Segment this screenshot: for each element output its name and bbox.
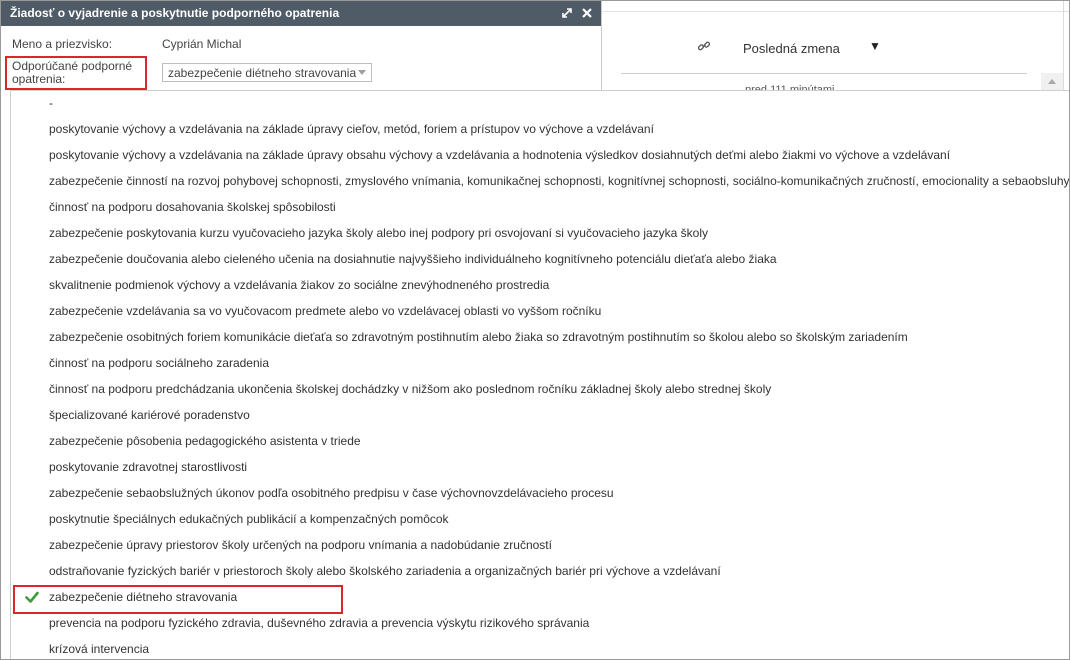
dropdown-option[interactable]: špecializované kariérové poradenstvo — [49, 402, 250, 428]
name-value: Cyprián Michal — [162, 37, 242, 51]
column-title-last-change[interactable]: Posledná zmena — [743, 41, 840, 56]
dropdown-option[interactable]: poskytnutie špeciálnych edukačných publi… — [49, 506, 449, 532]
dropdown-option[interactable]: zabezpečenie činností na rozvoj pohybove… — [49, 168, 1069, 194]
dropdown-option[interactable]: zabezpečenie osobitných foriem komunikác… — [49, 324, 908, 350]
dialog-titlebar[interactable]: Žiadosť o vyjadrenie a poskytnutie podpo… — [1, 1, 601, 26]
background-right-divider — [1063, 1, 1064, 91]
measures-label-highlight — [5, 56, 147, 90]
dropdown-option[interactable]: odstraňovanie fyzických bariér v priesto… — [49, 558, 721, 584]
chevron-down-icon[interactable] — [358, 70, 366, 75]
screenshot-frame: Posledná zmena ▼ pred 111 minútami Žiado… — [0, 0, 1070, 660]
dropdown-option[interactable]: zabezpečenie sebaobslužných úkonov podľa… — [49, 480, 614, 506]
dropdown-option[interactable]: zabezpečenie vzdelávania sa vo vyučovaco… — [49, 298, 601, 324]
measures-select-value: zabezpečenie diétneho stravovania — [168, 66, 357, 80]
dropdown-option[interactable]: zabezpečenie pôsobenia pedagogického asi… — [49, 428, 361, 454]
dropdown-option[interactable]: zabezpečenie poskytovania kurzu vyučovac… — [49, 220, 708, 246]
sort-down-icon[interactable]: ▼ — [869, 39, 881, 53]
dialog-title: Žiadosť o vyjadrenie a poskytnutie podpo… — [10, 6, 340, 20]
background-header-divider — [621, 73, 1027, 74]
measures-dropdown-list[interactable]: - poskytovanie výchovy a vzdelávania na z… — [10, 90, 1069, 659]
dropdown-option[interactable]: poskytovanie výchovy a vzdelávania na zá… — [49, 116, 654, 142]
dropdown-option[interactable]: poskytovanie zdravotnej starostlivosti — [49, 454, 247, 480]
dropdown-option[interactable]: činnosť na podporu dosahovania školskej … — [49, 194, 336, 220]
dropdown-option[interactable]: skvalitnenie podmienok výchovy a vzdeláv… — [49, 272, 549, 298]
dropdown-option[interactable]: zabezpečenie doučovania alebo cieleného … — [49, 246, 777, 272]
dropdown-option[interactable]: zabezpečenie úpravy priestorov školy urč… — [49, 532, 552, 558]
scroll-up-arrow-icon[interactable] — [1048, 79, 1056, 84]
maximize-icon[interactable] — [560, 6, 574, 20]
request-dialog: Žiadosť o vyjadrenie a poskytnutie podpo… — [1, 1, 602, 91]
dropdown-option[interactable]: činnosť na podporu predchádzania ukončen… — [49, 376, 771, 402]
link-icon[interactable] — [697, 39, 711, 53]
dropdown-option[interactable]: - — [49, 90, 53, 116]
dropdown-option[interactable]: krízová intervencia — [49, 636, 149, 659]
background-top-divider — [601, 11, 1069, 12]
dropdown-option[interactable]: poskytovanie výchovy a vzdelávania na zá… — [49, 142, 950, 168]
measures-select[interactable]: zabezpečenie diétneho stravovania — [162, 63, 372, 82]
close-icon[interactable] — [580, 6, 594, 20]
dropdown-option[interactable]: prevencia na podporu fyzického zdravia, … — [49, 610, 589, 636]
dropdown-option[interactable]: činnosť na podporu sociálneho zaradenia — [49, 350, 269, 376]
name-label: Meno a priezvisko: — [12, 37, 113, 51]
background-table-header: Posledná zmena ▼ — [601, 19, 1041, 74]
